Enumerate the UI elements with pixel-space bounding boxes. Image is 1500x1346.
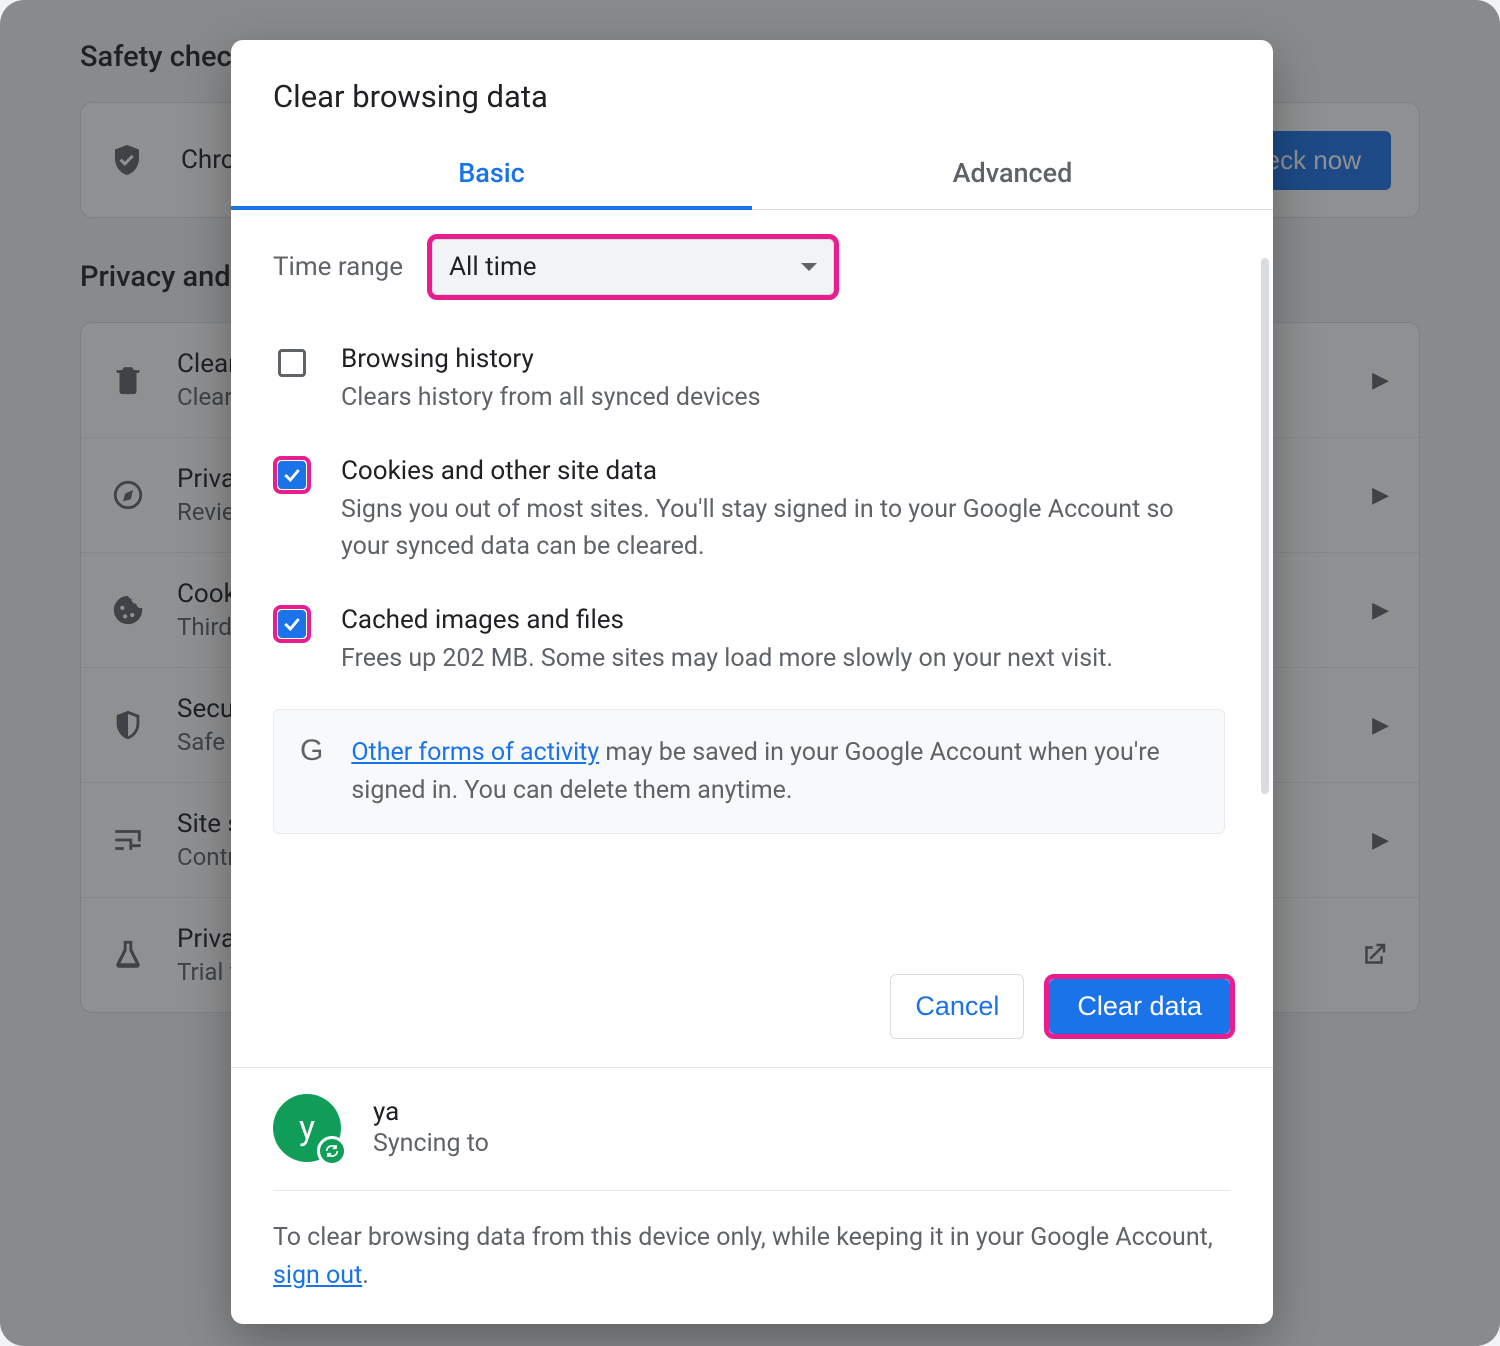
sync-section: y ya Syncing to To clear browsing data f…: [231, 1067, 1273, 1325]
clear-data-highlight: Clear data: [1044, 974, 1235, 1039]
dialog-tabs: Basic Advanced: [231, 139, 1273, 210]
checkbox-highlight: [273, 605, 311, 643]
option-browsing-history: Browsing history Clears history from all…: [273, 330, 1225, 442]
other-activity-info: G Other forms of activity may be saved i…: [273, 709, 1225, 834]
option-sub: Clears history from all synced devices: [341, 380, 761, 416]
checkbox-cache[interactable]: [278, 610, 306, 638]
sign-out-link[interactable]: sign out: [273, 1261, 362, 1290]
time-range-value: All time: [449, 252, 536, 282]
sync-badge-icon: [317, 1136, 347, 1166]
checkbox-highlight: [273, 456, 311, 494]
option-cookies: Cookies and other site data Signs you ou…: [273, 442, 1225, 591]
google-icon: G: [300, 734, 323, 809]
option-sub: Frees up 202 MB. Some sites may load mor…: [341, 641, 1113, 677]
checkbox-browsing-history[interactable]: [278, 349, 306, 377]
cancel-button[interactable]: Cancel: [890, 974, 1024, 1039]
checkbox-cookies[interactable]: [278, 461, 306, 489]
dialog-actions: Cancel Clear data: [231, 946, 1273, 1067]
option-title: Cookies and other site data: [341, 456, 1225, 486]
time-range-label: Time range: [273, 252, 403, 282]
avatar: y: [273, 1094, 341, 1162]
footer-note: To clear browsing data from this device …: [273, 1191, 1231, 1325]
tab-advanced[interactable]: Advanced: [752, 139, 1273, 209]
option-title: Cached images and files: [341, 605, 1113, 635]
scrollbar[interactable]: [1261, 258, 1269, 794]
option-cache: Cached images and files Frees up 202 MB.…: [273, 591, 1225, 703]
other-activity-link[interactable]: Other forms of activity: [351, 738, 599, 767]
dialog-title: Clear browsing data: [231, 40, 1273, 139]
time-range-highlight: All time: [427, 234, 839, 300]
sync-sub: Syncing to: [373, 1129, 489, 1158]
option-title: Browsing history: [341, 344, 761, 374]
clear-data-button[interactable]: Clear data: [1049, 979, 1230, 1034]
option-sub: Signs you out of most sites. You'll stay…: [341, 492, 1225, 565]
clear-browsing-dialog: Clear browsing data Basic Advanced Time …: [231, 40, 1273, 1324]
tab-basic[interactable]: Basic: [231, 139, 752, 209]
sync-name: ya: [373, 1097, 489, 1127]
chevron-down-icon: [801, 263, 817, 271]
time-range-select[interactable]: All time: [432, 239, 834, 295]
dialog-body: Time range All time Browsing history Cle…: [231, 210, 1273, 946]
